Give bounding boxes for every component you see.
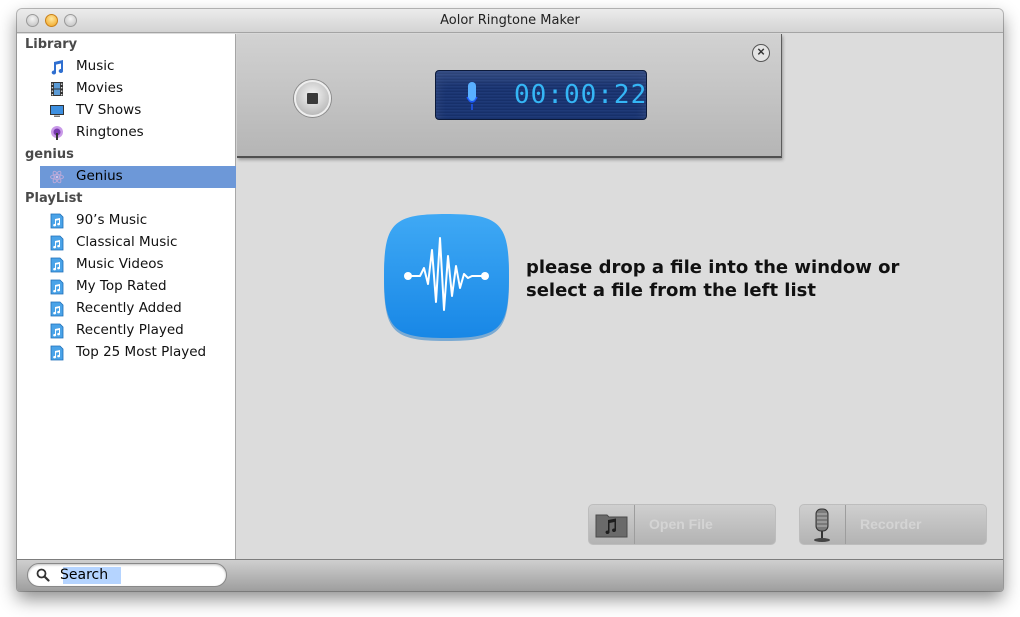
open-file-button[interactable]: Open File: [588, 504, 776, 545]
section-header-playlist: PlayList: [25, 191, 83, 206]
microphone-icon: [466, 82, 478, 110]
sidebar-item-label: Top 25 Most Played: [76, 344, 207, 360]
playlist-icon: [50, 323, 64, 339]
sidebar-item-label: Music Videos: [76, 256, 164, 272]
sidebar-item-label: Ringtones: [76, 124, 144, 140]
playlist-icon: [50, 235, 64, 251]
sidebar-item-label: 90’s Music: [76, 212, 148, 228]
sidebar-item-music-videos[interactable]: Music Videos: [17, 254, 235, 276]
sidebar-item-ringtones[interactable]: Ringtones: [17, 122, 235, 144]
playlist-icon: [50, 213, 64, 229]
sidebar-item-recently-added[interactable]: Recently Added: [17, 298, 235, 320]
music-note-icon: [51, 60, 64, 75]
ringtone-icon: [51, 126, 63, 140]
stop-button[interactable]: [294, 80, 331, 117]
main-area[interactable]: 00:00:22 × please drop a file into the w…: [237, 34, 1003, 559]
genius-atom-icon: [50, 170, 64, 184]
sidebar-item-label: My Top Rated: [76, 278, 167, 294]
elapsed-time: 00:00:22: [514, 80, 648, 110]
playlist-icon: [50, 301, 64, 317]
sidebar-item-label: Recently Played: [76, 322, 184, 338]
drop-instructions-line2: select a file from the left list: [526, 280, 816, 301]
sidebar-item-label: Classical Music: [76, 234, 178, 250]
tv-icon: [50, 105, 64, 117]
app-window: Aolor Ringtone Maker Library Music Movie…: [17, 9, 1003, 591]
sidebar-item-label: Music: [76, 58, 115, 74]
sidebar-item-tv-shows[interactable]: TV Shows: [17, 100, 235, 122]
search-input[interactable]: [60, 566, 210, 584]
sidebar-item-movies[interactable]: Movies: [17, 78, 235, 100]
sidebar-item-recently-played[interactable]: Recently Played: [17, 320, 235, 342]
open-file-label: Open File: [649, 516, 713, 532]
music-folder-icon: [595, 514, 628, 538]
film-icon: [51, 82, 63, 96]
recorder-label: Recorder: [860, 516, 922, 532]
stop-icon: [307, 93, 318, 104]
close-recorder-button[interactable]: ×: [752, 44, 770, 62]
playlist-icon: [50, 279, 64, 295]
app-waveform-icon: [384, 214, 509, 341]
search-icon: [36, 568, 50, 582]
sidebar-item-classical-music[interactable]: Classical Music: [17, 232, 235, 254]
sidebar-item-label: Genius: [76, 168, 123, 184]
section-header-genius: genius: [25, 147, 74, 162]
playlist-icon: [50, 345, 64, 361]
close-circle-icon: ×: [757, 44, 765, 59]
title-bar[interactable]: Aolor Ringtone Maker: [17, 9, 1003, 33]
sidebar-item-top-25-most-played[interactable]: Top 25 Most Played: [17, 342, 235, 364]
recorder-button[interactable]: Recorder: [799, 504, 987, 545]
studio-microphone-icon: [814, 508, 830, 542]
sidebar-item-label: TV Shows: [76, 102, 142, 118]
sidebar-item-label: Recently Added: [76, 300, 182, 316]
drop-instructions: please drop a file into the window or se…: [526, 256, 899, 302]
drop-instructions-line1: please drop a file into the window or: [526, 257, 900, 278]
sidebar-item-90s-music[interactable]: 90’s Music: [17, 210, 235, 232]
sidebar-item-genius[interactable]: Genius: [40, 166, 236, 188]
recorder-panel: 00:00:22 ×: [237, 34, 782, 158]
sidebar-item-my-top-rated[interactable]: My Top Rated: [17, 276, 235, 298]
window-title: Aolor Ringtone Maker: [440, 13, 580, 28]
sidebar-item-label: Movies: [76, 80, 123, 96]
sidebar: Library Music Movies TV Shows Ringtones …: [17, 34, 236, 559]
bottom-bar: [17, 559, 1003, 591]
section-header-library: Library: [25, 37, 78, 52]
timer-display: 00:00:22: [435, 70, 647, 120]
search-field[interactable]: [27, 563, 227, 587]
sidebar-item-music[interactable]: Music: [17, 56, 235, 78]
playlist-icon: [50, 257, 64, 273]
